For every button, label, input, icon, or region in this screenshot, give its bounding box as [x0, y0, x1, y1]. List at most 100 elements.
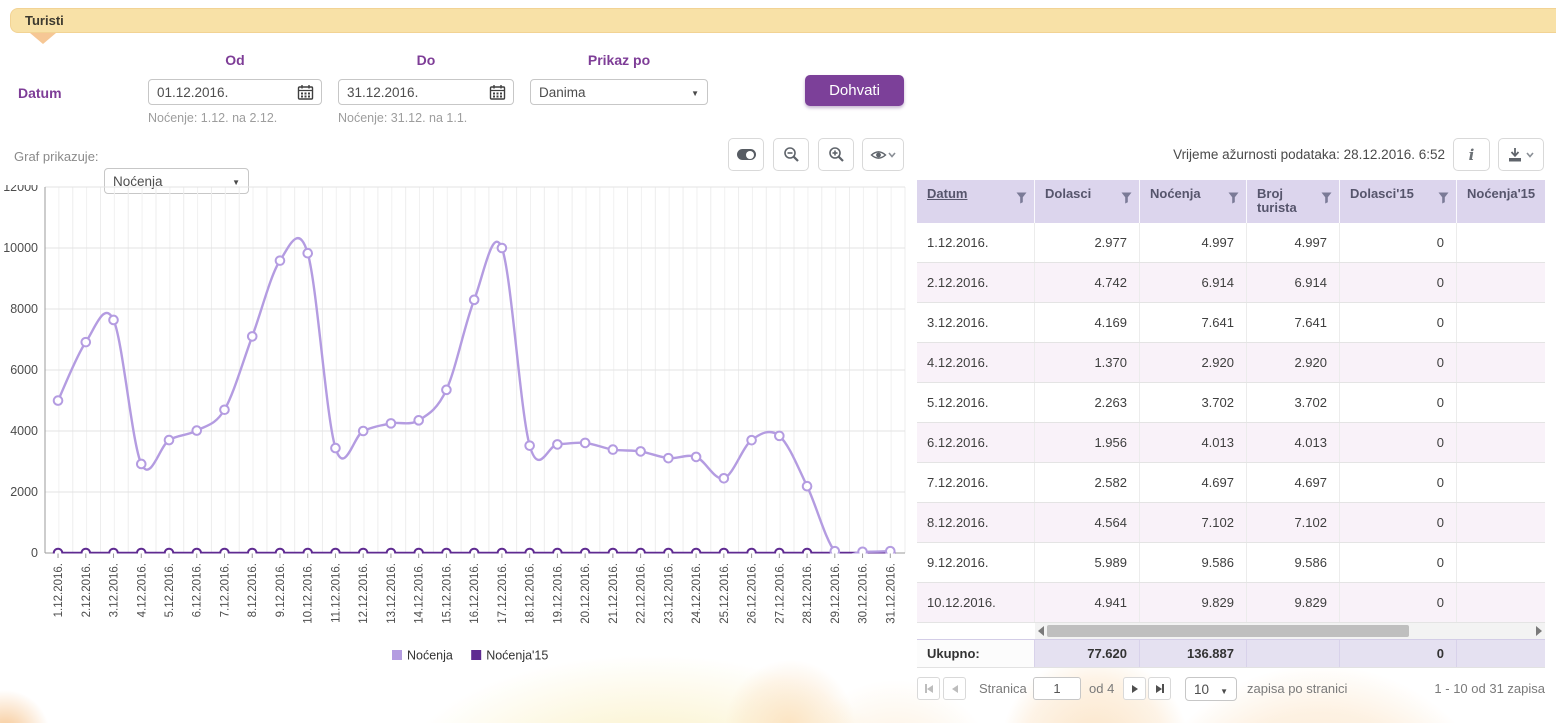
x-axis-tick-label: 24.12.2016. [691, 563, 703, 624]
legend-label[interactable]: Noćenja [407, 649, 453, 663]
table-cell: 4.564 [1035, 503, 1140, 542]
data-point[interactable] [414, 416, 423, 425]
filter-icon[interactable] [1121, 192, 1132, 204]
legend-swatch[interactable] [392, 650, 402, 660]
visibility-menu-button[interactable] [862, 138, 904, 171]
x-axis-tick-label: 16.12.2016. [469, 563, 481, 624]
date-from-input[interactable] [149, 80, 321, 104]
page-number-input[interactable] [1033, 677, 1081, 700]
data-point[interactable] [498, 244, 507, 253]
data-point[interactable] [137, 460, 146, 469]
data-point[interactable] [664, 454, 673, 463]
filter-icon[interactable] [1321, 192, 1332, 204]
data-point[interactable] [220, 405, 229, 414]
table-header-row: DatumDolasciNoćenjaBroj turistaDolasci'1… [917, 180, 1545, 223]
x-axis-tick-label: 25.12.2016. [719, 563, 731, 624]
table-row[interactable]: 3.12.2016.4.1697.6417.6410 [917, 303, 1545, 343]
next-page-icon [1132, 685, 1138, 693]
info-button[interactable]: i [1453, 138, 1490, 171]
table-cell [1457, 583, 1545, 622]
table-row[interactable]: 4.12.2016.1.3702.9202.9200 [917, 343, 1545, 383]
table-body: 1.12.2016.2.9774.9974.99702.12.2016.4.74… [917, 223, 1545, 623]
scrollbar-track[interactable] [1035, 623, 1545, 639]
data-point[interactable] [553, 440, 562, 449]
filter-icon[interactable] [1438, 192, 1449, 204]
filter-icon[interactable] [1016, 192, 1027, 204]
zoom-out-icon [783, 146, 800, 163]
data-point[interactable] [276, 256, 285, 265]
data-point[interactable] [387, 419, 396, 428]
column-header[interactable]: Broj turista [1247, 180, 1340, 223]
legend-label[interactable]: Noćenja'15 [486, 649, 548, 663]
data-point[interactable] [581, 439, 590, 448]
data-point[interactable] [81, 338, 90, 347]
table-cell: 4.013 [1140, 423, 1247, 462]
table-row[interactable]: 7.12.2016.2.5824.6974.6970 [917, 463, 1545, 503]
column-header[interactable]: Dolasci [1035, 180, 1140, 223]
data-point[interactable] [747, 436, 756, 445]
table-cell: 2.582 [1035, 463, 1140, 502]
data-point[interactable] [192, 426, 201, 435]
zoom-in-button[interactable] [818, 138, 854, 171]
page-size-label: zapisa po stranici [1247, 681, 1347, 696]
next-page-button[interactable] [1123, 677, 1146, 700]
x-axis-tick-label: 13.12.2016. [386, 563, 398, 624]
data-point[interactable] [609, 445, 618, 454]
table-row[interactable]: 6.12.2016.1.9564.0134.0130 [917, 423, 1545, 463]
data-point[interactable] [54, 396, 63, 405]
data-point[interactable] [470, 296, 479, 305]
x-axis-tick-label: 23.12.2016. [663, 563, 675, 624]
x-axis-tick-label: 19.12.2016. [552, 563, 564, 624]
dohvati-button[interactable]: Dohvati [805, 75, 904, 106]
column-header[interactable]: Noćenja [1140, 180, 1247, 223]
table-cell [1457, 263, 1545, 302]
data-point[interactable] [359, 427, 368, 436]
data-point[interactable] [692, 453, 701, 462]
y-axis-tick-label: 6000 [10, 363, 38, 377]
table-row[interactable]: 10.12.2016.4.9419.8299.8290 [917, 583, 1545, 623]
column-header[interactable]: Noćenja'15 [1457, 180, 1545, 223]
data-point[interactable] [803, 482, 812, 491]
table-cell: 4.169 [1035, 303, 1140, 342]
table-row[interactable]: 2.12.2016.4.7426.9146.9140 [917, 263, 1545, 303]
x-axis-tick-label: 4.12.2016. [136, 563, 148, 617]
nocenja-line-chart[interactable]: 0200040006000800010000120001.12.2016.2.1… [0, 185, 910, 677]
data-point[interactable] [303, 249, 312, 258]
table-row[interactable]: 9.12.2016.5.9899.5869.5860 [917, 543, 1545, 583]
scroll-right-arrow[interactable] [1536, 626, 1542, 636]
table-row[interactable]: 1.12.2016.2.9774.9974.9970 [917, 223, 1545, 263]
calendar-icon[interactable] [297, 84, 317, 102]
column-header[interactable]: Datum [917, 180, 1035, 223]
toggle-series-button[interactable] [728, 138, 764, 171]
data-point[interactable] [109, 316, 118, 325]
column-header[interactable]: Dolasci'15 [1340, 180, 1457, 223]
page-size-select[interactable]: 10 ▼ [1185, 677, 1237, 701]
data-point[interactable] [720, 474, 729, 483]
first-page-button[interactable] [917, 677, 940, 700]
x-axis-tick-label: 21.12.2016. [608, 563, 620, 624]
data-point[interactable] [331, 444, 340, 453]
export-button[interactable] [1498, 138, 1544, 171]
filter-icon[interactable] [1228, 192, 1239, 204]
x-axis-tick-label: 5.12.2016. [164, 563, 176, 617]
legend-swatch[interactable] [471, 650, 481, 660]
tab-turisti[interactable]: Turisti [10, 8, 1556, 33]
table-row[interactable]: 8.12.2016.4.5647.1027.1020 [917, 503, 1545, 543]
scrollbar-thumb[interactable] [1047, 625, 1409, 637]
date-to-input[interactable] [339, 80, 513, 104]
data-point[interactable] [248, 332, 257, 341]
prikaz-po-select[interactable]: Danima ▼ [530, 79, 708, 105]
calendar-icon[interactable] [489, 84, 509, 102]
table-cell: 4.941 [1035, 583, 1140, 622]
data-point[interactable] [636, 447, 645, 456]
data-point[interactable] [442, 386, 451, 395]
zoom-out-button[interactable] [773, 138, 809, 171]
scroll-left-arrow[interactable] [1038, 626, 1044, 636]
data-point[interactable] [525, 441, 534, 450]
data-point[interactable] [165, 436, 174, 445]
previous-page-button[interactable] [943, 677, 966, 700]
date-to-hint: Noćenje: 31.12. na 1.1. [338, 111, 467, 125]
table-row[interactable]: 5.12.2016.2.2633.7023.7020 [917, 383, 1545, 423]
last-page-button[interactable] [1148, 677, 1171, 700]
data-point[interactable] [775, 432, 784, 441]
